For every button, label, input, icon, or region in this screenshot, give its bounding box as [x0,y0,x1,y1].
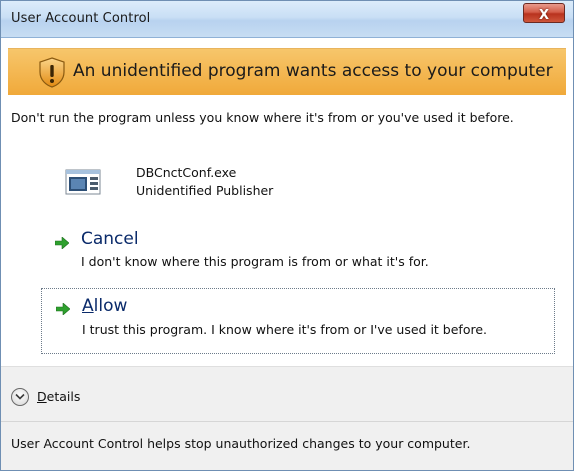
green-arrow-icon [55,237,69,249]
cancel-title: Cancel [81,229,139,249]
allow-title: Allow [82,296,127,316]
footer-message: User Account Control helps stop unauthor… [11,436,471,451]
footer-divider [1,421,573,422]
title-bar[interactable]: User Account Control X [1,1,573,38]
chevron-down-icon[interactable] [11,388,29,406]
cancel-description: I don't know where this program is from … [81,254,429,269]
allow-title-rest: llow [93,296,128,316]
uac-dialog: User Account Control X An unidentified p… [0,0,574,471]
warning-banner: An unidentified program wants access to … [8,48,566,95]
window-title: User Account Control [11,11,151,26]
close-button[interactable]: X [523,3,565,23]
close-icon: X [538,8,550,23]
cancel-option[interactable]: Cancel I don't know where this program i… [41,223,555,289]
warning-message: Don't run the program unless you know wh… [11,110,514,125]
details-mnemonic: D [37,389,47,404]
allow-description: I trust this program. I know where it's … [82,322,488,337]
green-arrow-icon [56,303,70,315]
allow-option[interactable]: Allow I trust this program. I know where… [41,288,555,354]
banner-message: An unidentified program wants access to … [73,61,553,81]
details-label[interactable]: Details [37,389,80,404]
details-label-rest: etails [46,389,81,404]
shield-warning-icon [39,57,65,88]
allow-mnemonic: A [82,296,94,316]
footer-area: Details User Account Control helps stop … [1,366,573,470]
program-icon [65,169,101,195]
program-name: DBCnctConf.exe [136,165,237,180]
program-publisher: Unidentified Publisher [136,183,274,198]
